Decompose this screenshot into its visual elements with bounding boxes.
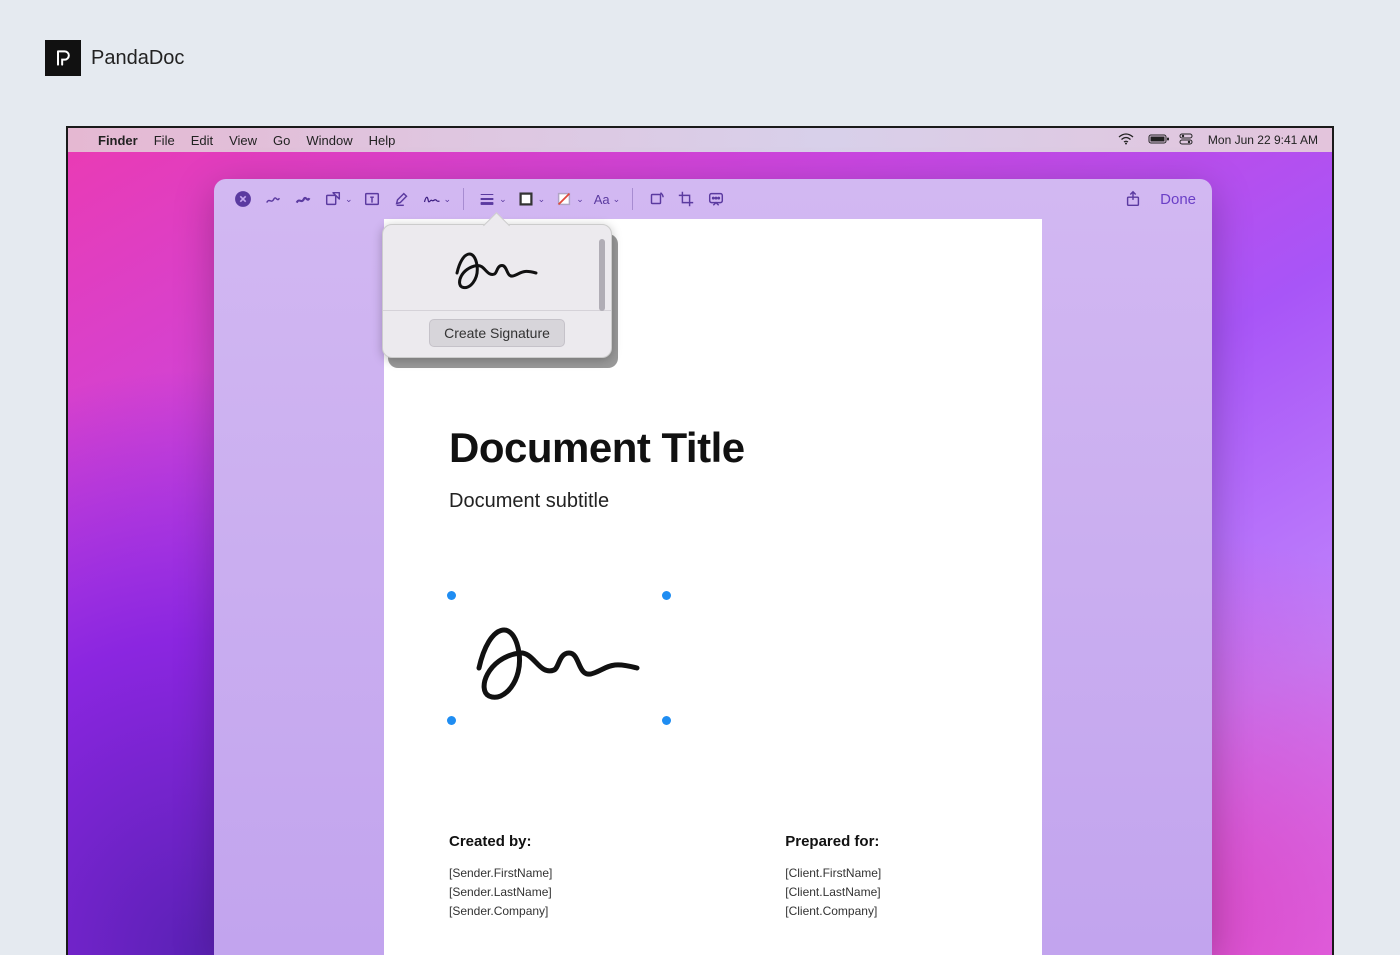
description-tool-icon[interactable] bbox=[703, 186, 729, 212]
resize-handle-icon[interactable] bbox=[447, 716, 456, 725]
brand-header: PandaDoc bbox=[45, 40, 184, 76]
prepared-for-company: [Client.Company] bbox=[785, 902, 977, 921]
signature-popover: Create Signature bbox=[382, 224, 612, 358]
done-button[interactable]: Done bbox=[1160, 191, 1196, 208]
screenshot-frame: Finder File Edit View Go Window Help Mon… bbox=[66, 126, 1334, 955]
crop-tool-icon[interactable] bbox=[673, 186, 699, 212]
draw-tool-icon[interactable] bbox=[290, 186, 316, 212]
share-button-icon[interactable] bbox=[1120, 186, 1146, 212]
close-markup-button[interactable] bbox=[230, 186, 256, 212]
document-title: Document Title bbox=[449, 424, 977, 472]
line-style-tool-icon[interactable]: ⌄ bbox=[474, 186, 509, 212]
prepared-for-block: Prepared for: [Client.FirstName] [Client… bbox=[785, 833, 977, 922]
created-by-label: Created by: bbox=[449, 833, 655, 850]
markup-toolbar: ⌄ ⌄ ⌄ ⌄ ⌄ Aa⌄ Done bbox=[214, 179, 1212, 219]
menubar-datetime[interactable]: Mon Jun 22 9:41 AM bbox=[1208, 133, 1318, 147]
menu-help[interactable]: Help bbox=[369, 133, 396, 148]
popover-scrollbar[interactable] bbox=[599, 239, 605, 311]
saved-signature-item[interactable] bbox=[383, 225, 611, 311]
battery-icon[interactable] bbox=[1148, 133, 1164, 148]
signature-thumbnail-icon bbox=[442, 238, 552, 298]
menu-go[interactable]: Go bbox=[273, 133, 290, 148]
prepared-for-name: [Client.FirstName] [Client.LastName] bbox=[785, 864, 977, 902]
menu-edit[interactable]: Edit bbox=[191, 133, 213, 148]
toolbar-separator bbox=[632, 188, 633, 210]
resize-handle-icon[interactable] bbox=[447, 591, 456, 600]
highlight-tool-icon[interactable] bbox=[389, 186, 415, 212]
brand-logo-icon bbox=[45, 40, 81, 76]
signature-glyph-icon bbox=[459, 598, 659, 718]
document-subtitle: Document subtitle bbox=[449, 490, 977, 513]
text-style-tool[interactable]: Aa⌄ bbox=[590, 186, 622, 212]
desktop-wallpaper: ⌄ ⌄ ⌄ ⌄ ⌄ Aa⌄ Done bbox=[68, 152, 1332, 955]
wifi-icon[interactable] bbox=[1118, 133, 1134, 148]
sketch-tool-icon[interactable] bbox=[260, 186, 286, 212]
resize-handle-icon[interactable] bbox=[662, 716, 671, 725]
signature-selection[interactable] bbox=[449, 593, 669, 723]
create-signature-button[interactable]: Create Signature bbox=[429, 319, 565, 347]
created-by-company: [Sender.Company] bbox=[449, 902, 655, 921]
menu-finder[interactable]: Finder bbox=[98, 133, 138, 148]
macos-menubar: Finder File Edit View Go Window Help Mon… bbox=[68, 128, 1332, 152]
toolbar-separator bbox=[463, 188, 464, 210]
menu-window[interactable]: Window bbox=[306, 133, 352, 148]
fill-color-tool-icon[interactable]: ⌄ bbox=[551, 186, 586, 212]
shapes-tool-icon[interactable]: ⌄ bbox=[320, 186, 355, 212]
created-by-name: [Sender.FirstName] [Sender.LastName] bbox=[449, 864, 655, 902]
control-center-icon[interactable] bbox=[1178, 132, 1194, 149]
menu-view[interactable]: View bbox=[229, 133, 257, 148]
rotate-tool-icon[interactable] bbox=[643, 186, 669, 212]
resize-handle-icon[interactable] bbox=[662, 591, 671, 600]
brand-name: PandaDoc bbox=[91, 47, 184, 70]
sign-tool-icon[interactable]: ⌄ bbox=[419, 186, 454, 212]
menu-file[interactable]: File bbox=[154, 133, 175, 148]
text-box-tool-icon[interactable] bbox=[359, 186, 385, 212]
created-by-block: Created by: [Sender.FirstName] [Sender.L… bbox=[449, 833, 655, 922]
border-color-tool-icon[interactable]: ⌄ bbox=[513, 186, 548, 212]
preview-window: ⌄ ⌄ ⌄ ⌄ ⌄ Aa⌄ Done bbox=[214, 179, 1212, 955]
prepared-for-label: Prepared for: bbox=[785, 833, 977, 850]
